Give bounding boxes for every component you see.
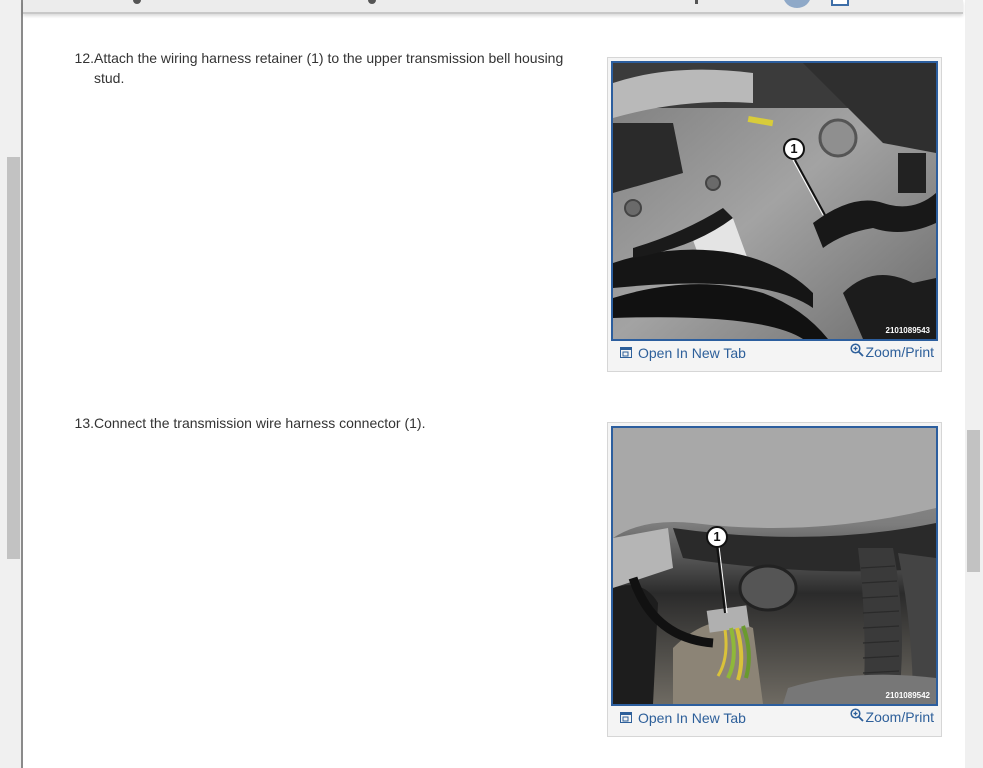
- zoom-print-link[interactable]: Zoom/Print: [849, 343, 934, 360]
- toolbar-title-fragment: [133, 0, 141, 4]
- figure-action-bar: Open In New Tab Zoom/Print: [611, 341, 938, 365]
- toolbar-title-fragment: [368, 0, 376, 4]
- figure-callout: 1: [706, 526, 728, 548]
- zoom-print-label: Zoom/Print: [865, 708, 934, 725]
- toolbar-title-fragment: [695, 0, 698, 4]
- right-scrollbar-thumb[interactable]: [967, 430, 980, 572]
- transmission-bellhousing-photo: [613, 63, 936, 339]
- top-toolbar: [23, 0, 963, 14]
- figure-action-bar: Open In New Tab Zoom/Print: [611, 706, 938, 730]
- step-text: Connect the transmission wire harness co…: [94, 415, 426, 431]
- user-avatar[interactable]: [783, 0, 811, 8]
- figure-code: 2101089542: [885, 691, 931, 700]
- zoom-print-link[interactable]: Zoom/Print: [849, 708, 934, 725]
- figure-image[interactable]: 1 2101089542: [611, 426, 938, 706]
- open-in-new-tab-link[interactable]: Open In New Tab: [620, 710, 746, 726]
- step-text: Attach the wiring harness retainer (1) t…: [94, 50, 564, 86]
- open-in-new-tab-link[interactable]: Open In New Tab: [620, 345, 746, 361]
- zoom-icon: [849, 708, 864, 725]
- figure-image[interactable]: 1 2101089543: [611, 61, 938, 341]
- toolbar-info-icon[interactable]: [831, 0, 849, 6]
- figure-step-13: 1 2101089542 Open In New Tab Zoom/Print: [607, 422, 942, 737]
- open-in-new-tab-label: Open In New Tab: [638, 345, 746, 361]
- open-new-tab-icon: [620, 345, 632, 361]
- open-new-tab-icon: [620, 710, 632, 726]
- figure-callout: 1: [783, 138, 805, 160]
- zoom-icon: [849, 343, 864, 360]
- open-in-new-tab-label: Open In New Tab: [638, 710, 746, 726]
- left-scrollbar-thumb[interactable]: [7, 157, 20, 559]
- right-scrollbar-track[interactable]: [965, 0, 983, 768]
- transmission-connector-photo: [613, 428, 936, 704]
- figure-step-12: 1 2101089543 Open In New Tab Zoom/Print: [607, 57, 942, 372]
- step-number: 12.: [74, 50, 94, 66]
- step-number: 13.: [74, 415, 94, 431]
- zoom-print-label: Zoom/Print: [865, 343, 934, 360]
- figure-code: 2101089543: [885, 326, 931, 335]
- left-divider: [21, 0, 23, 768]
